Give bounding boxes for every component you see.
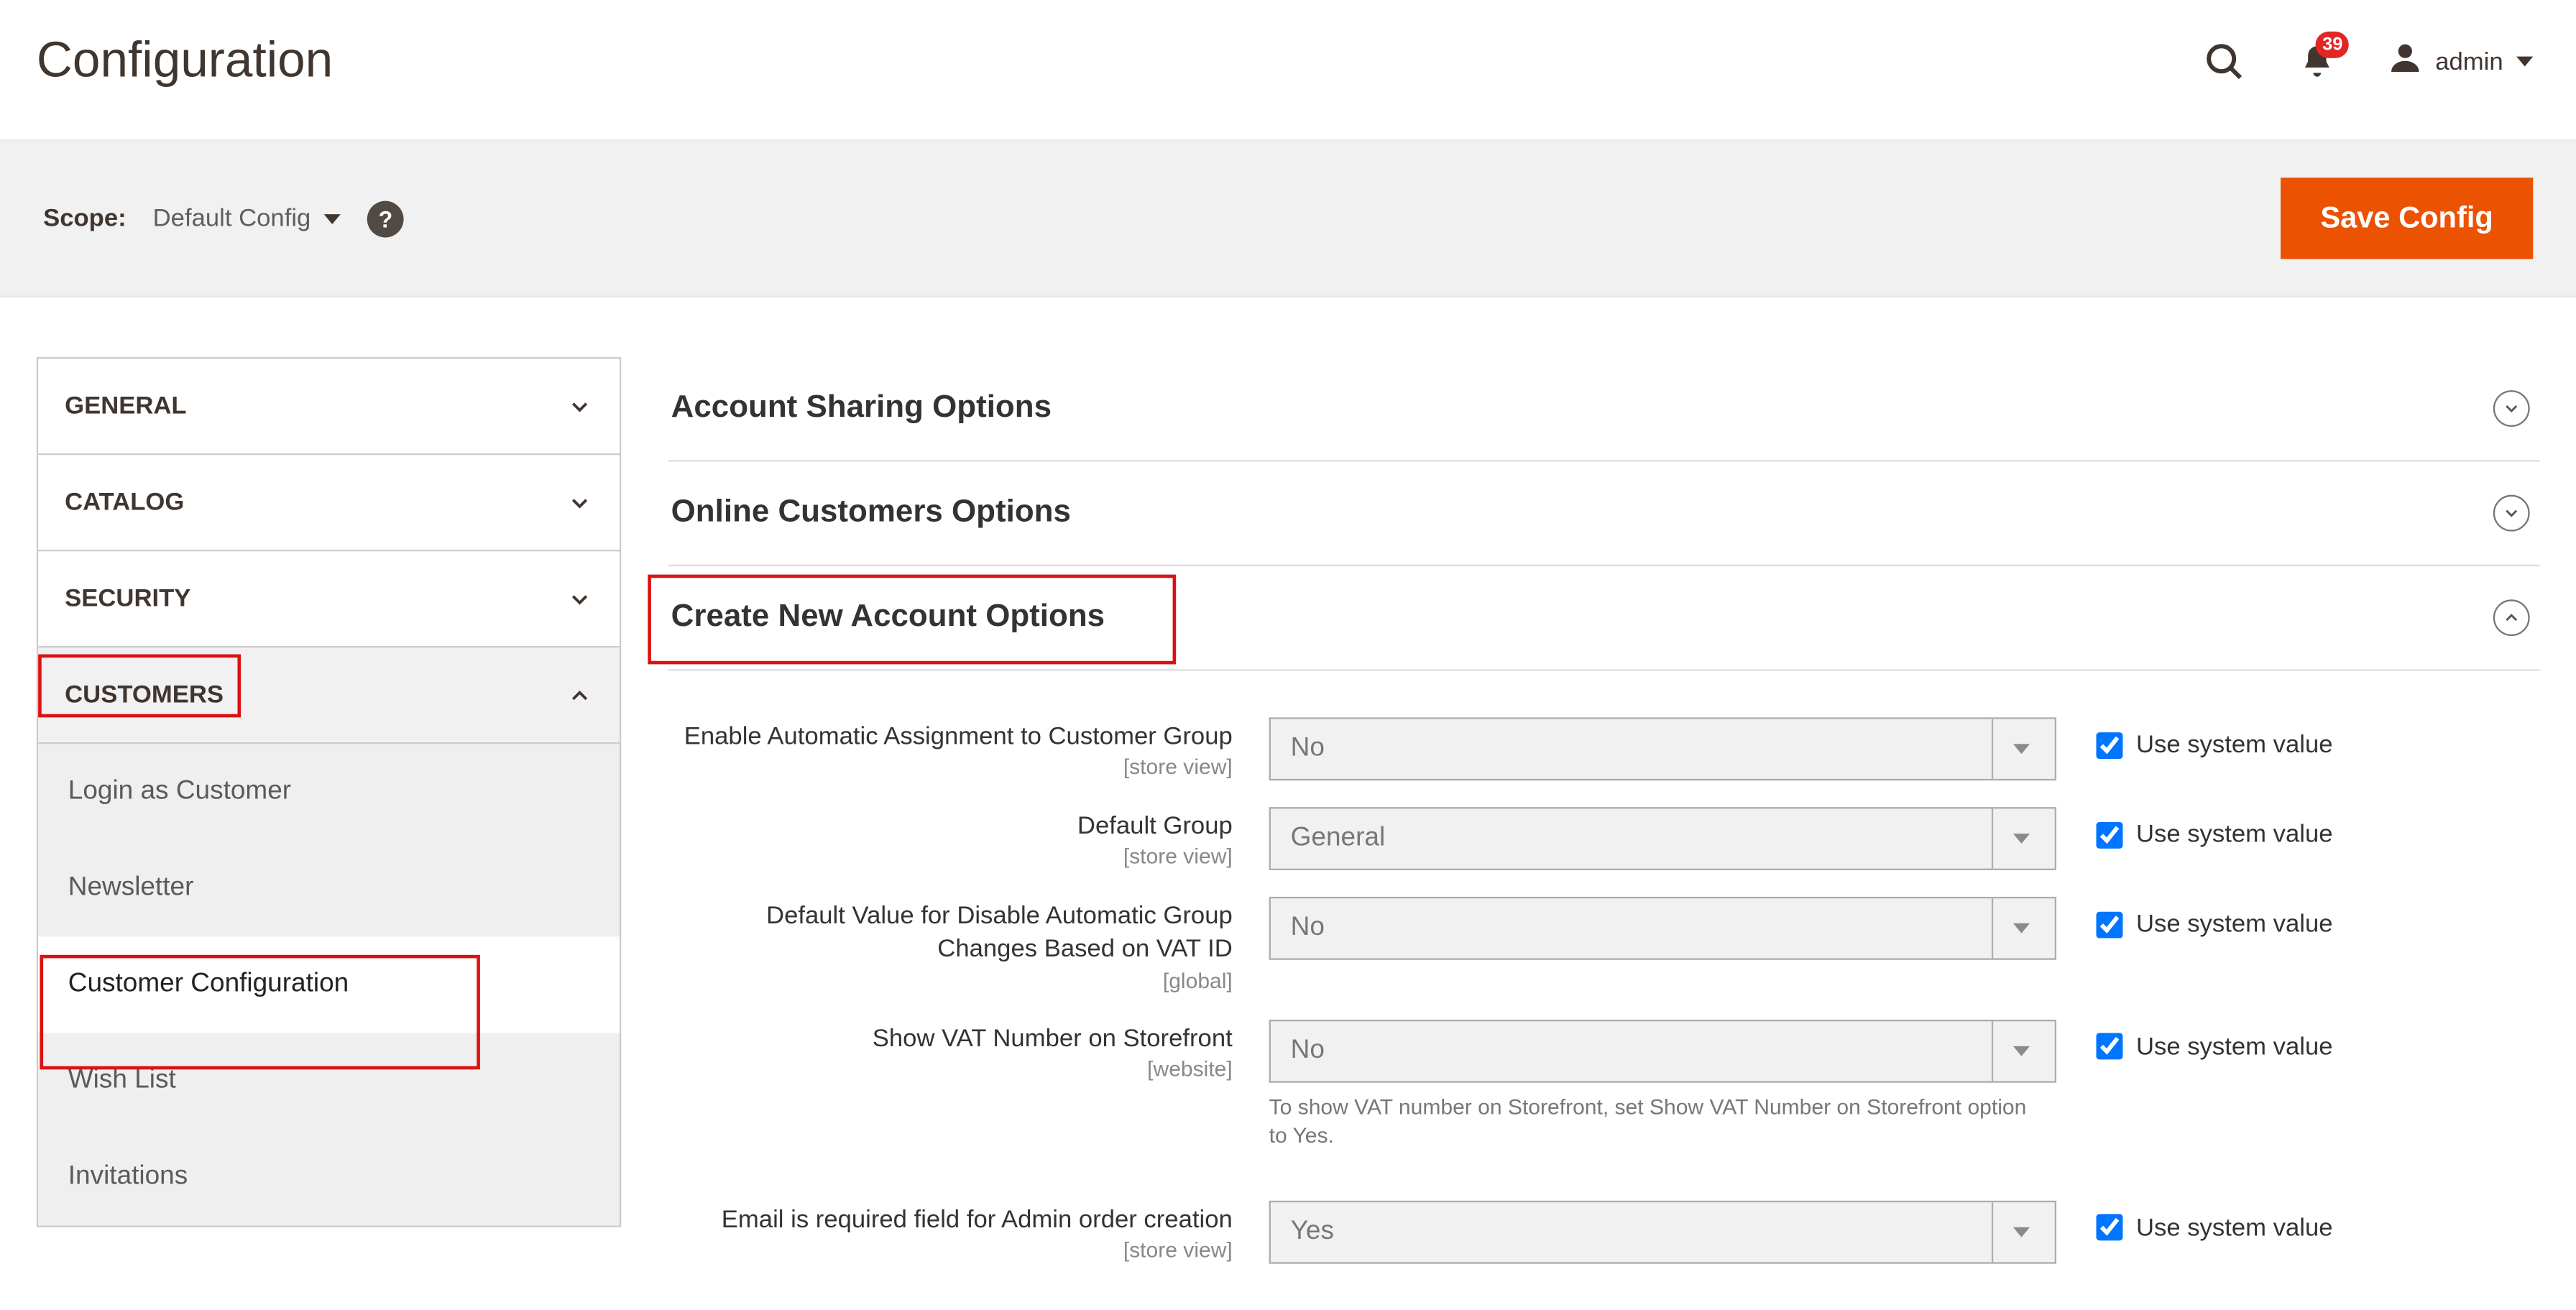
sidebar-item-wish-list[interactable]: Wish List [38, 1033, 620, 1129]
field-scope: [global] [668, 967, 1233, 992]
chevron-down-icon [566, 489, 593, 516]
user-name: admin [2435, 47, 2503, 75]
chevron-down-icon [1992, 719, 2048, 779]
user-icon [2389, 39, 2422, 83]
use-system-checkbox[interactable] [2096, 821, 2122, 848]
use-system-label: Use system value [2136, 1032, 2333, 1060]
config-sidebar: General Catalog Security Customers Login… [37, 357, 621, 1227]
chevron-down-icon [566, 586, 593, 612]
notifications-badge: 39 [2316, 32, 2350, 58]
section-title: Create New Account Options [671, 599, 1105, 636]
search-icon[interactable] [2203, 40, 2246, 83]
sidebar-group-label: General [65, 392, 186, 420]
sidebar-group-security[interactable]: Security [38, 551, 620, 647]
sidebar-group-label: Security [65, 584, 190, 612]
field-enable-auto-assignment: Enable Automatic Assignment to Customer … [668, 717, 2539, 780]
scope-label: Scope: [43, 204, 126, 232]
field-hint: To show VAT number on Storefront, set Sh… [1269, 1092, 2050, 1150]
field-scope: [store view] [668, 755, 1233, 780]
field-label: Enable Automatic Assignment to Customer … [668, 721, 1233, 755]
field-label: Show VAT Number on Storefront [668, 1022, 1233, 1056]
sidebar-group-customers[interactable]: Customers [38, 647, 620, 744]
sidebar-item-newsletter[interactable]: Newsletter [38, 840, 620, 936]
field-default-disable-auto-group: Default Value for Disable Automatic Grou… [668, 897, 2539, 992]
field-label: Email is required field for Admin order … [668, 1204, 1233, 1237]
field-scope: [website] [668, 1056, 1233, 1081]
chevron-down-icon [324, 213, 341, 223]
help-icon[interactable]: ? [367, 200, 404, 236]
field-select[interactable]: General [1269, 807, 2056, 870]
field-scope: [store view] [668, 844, 1233, 870]
use-system-label: Use system value [2136, 731, 2333, 759]
select-value: No [1291, 913, 1325, 944]
use-system-label: Use system value [2136, 821, 2333, 849]
sidebar-group-general[interactable]: General [38, 359, 620, 455]
chevron-down-icon [1992, 808, 2048, 868]
sidebar-item-customer-configuration[interactable]: Customer Configuration [38, 936, 620, 1033]
sidebar-group-label: Catalog [65, 488, 184, 516]
field-scope: [store view] [668, 1237, 1233, 1262]
expand-icon [2493, 390, 2530, 427]
chevron-down-icon [1992, 1201, 2048, 1261]
section-account-sharing[interactable]: Account Sharing Options [668, 357, 2539, 462]
select-value: Yes [1291, 1217, 1334, 1247]
section-title: Account Sharing Options [671, 390, 1052, 427]
select-value: General [1291, 824, 1386, 854]
chevron-down-icon [2516, 57, 2533, 67]
chevron-up-icon [566, 682, 593, 709]
field-default-group: Default Group [store view] General Use s… [668, 807, 2539, 870]
sidebar-group-catalog[interactable]: Catalog [38, 455, 620, 551]
collapse-icon [2493, 599, 2530, 636]
field-label: Default Group [668, 811, 1233, 844]
sidebar-item-login-as-customer[interactable]: Login as Customer [38, 744, 620, 840]
chevron-down-icon [566, 393, 593, 420]
use-system-checkbox[interactable] [2096, 1214, 2122, 1241]
field-select[interactable]: Yes [1269, 1200, 2056, 1263]
field-label: Default Value for Disable Automatic Grou… [668, 900, 1233, 968]
section-create-new-account[interactable]: Create New Account Options [668, 566, 2539, 671]
scope-value: Default Config [153, 204, 311, 232]
use-system-label: Use system value [2136, 1213, 2333, 1241]
field-show-vat-storefront: Show VAT Number on Storefront [website] … [668, 1019, 2539, 1150]
select-value: No [1291, 1035, 1325, 1066]
save-config-button[interactable]: Save Config [2281, 177, 2533, 259]
section-title: Online Customers Options [671, 495, 1071, 532]
chevron-down-icon [1992, 898, 2048, 958]
field-select[interactable]: No [1269, 1019, 2056, 1082]
field-select[interactable]: No [1269, 897, 2056, 960]
section-online-customers[interactable]: Online Customers Options [668, 461, 2539, 566]
page-title: Configuration [37, 33, 333, 90]
chevron-down-icon [1992, 1020, 2048, 1080]
field-email-required-admin: Email is required field for Admin order … [668, 1200, 2539, 1263]
use-system-checkbox[interactable] [2096, 1033, 2122, 1059]
use-system-label: Use system value [2136, 910, 2333, 938]
scope-selector[interactable]: Default Config [153, 204, 341, 232]
notifications-icon[interactable]: 39 [2299, 42, 2336, 81]
use-system-checkbox[interactable] [2096, 732, 2122, 758]
select-value: No [1291, 734, 1325, 764]
expand-icon [2493, 495, 2530, 532]
sidebar-item-invitations[interactable]: Invitations [38, 1129, 620, 1225]
sidebar-group-label: Customers [65, 681, 224, 709]
user-menu[interactable]: admin [2389, 39, 2534, 83]
use-system-checkbox[interactable] [2096, 911, 2122, 938]
field-select[interactable]: No [1269, 717, 2056, 780]
